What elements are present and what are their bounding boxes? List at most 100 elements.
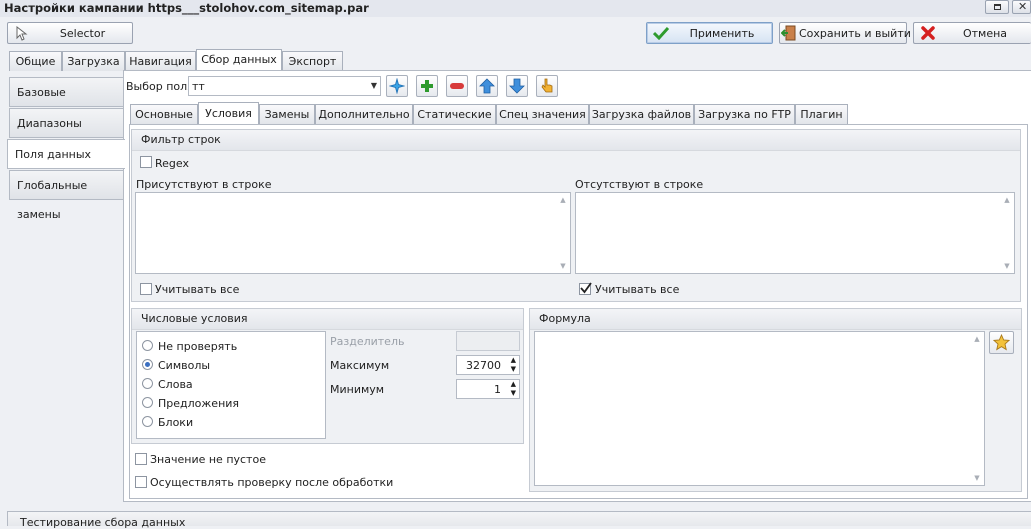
sparkle-icon [389,78,405,94]
cursor-icon [11,23,33,43]
remove-field-button[interactable] [446,75,468,97]
arrow-down-icon [509,78,525,94]
consider-all-right-checkbox[interactable] [579,282,592,295]
cancel-button[interactable]: Отмена [913,22,1031,44]
regex-checkbox[interactable] [140,156,152,168]
checkmark-icon [580,282,592,294]
arrow-up-icon [479,78,495,94]
subtab-special-values[interactable]: Спец значения [496,104,589,124]
add-field-button[interactable] [416,75,438,97]
selector-button[interactable]: Selector [7,22,133,44]
consider-all-right-label: Учитывать все [595,283,680,296]
check-after-checkbox[interactable] [135,476,147,488]
present-textarea[interactable]: ▲ ▼ [135,192,571,274]
testing-panel-header[interactable]: Тестирование сбора данных [7,511,1031,529]
subtab-main[interactable]: Основные [130,104,198,124]
subtab-static[interactable]: Статические [413,104,496,124]
separator-label: Разделитель [330,335,405,348]
save-exit-label: Сохранить и выйти [799,26,911,40]
stepper-up-icon[interactable]: ▲ [511,356,516,365]
subtab-replacements[interactable]: Замены [259,104,315,124]
star-field-button[interactable] [386,75,408,97]
check-after-label: Осуществлять проверку после обработки [150,476,394,489]
radio-words[interactable] [142,378,153,389]
subtab-file-download[interactable]: Загрузка файлов [589,104,694,124]
check-icon [650,23,672,43]
tab-export[interactable]: Экспорт [282,51,343,71]
tab-data-collection[interactable]: Сбор данных [196,49,282,71]
max-label: Максимум [330,359,390,372]
radio-no-check[interactable] [142,340,153,351]
present-label: Присутствуют в строке [136,178,272,191]
tab-download[interactable]: Загрузка [62,51,125,71]
chevron-down-icon: ▼ [370,81,377,90]
field-select-label: Выбор поля [126,80,194,93]
radio-no-check-label: Не проверять [158,340,238,353]
separator-input[interactable] [456,331,520,351]
max-stepper[interactable]: 32700 ▲ ▼ [456,355,520,375]
minus-icon [450,83,464,89]
radio-sentences-label: Предложения [158,397,240,410]
apply-button[interactable]: Применить [646,22,773,44]
absent-scrollbar[interactable]: ▲ ▼ [1000,193,1014,273]
scroll-down-icon: ▼ [1004,262,1010,270]
move-up-button[interactable] [476,75,498,97]
radio-blocks[interactable] [142,416,153,427]
formula-star-button[interactable] [989,331,1014,354]
sidebar-item-data-fields[interactable]: Поля данных [7,139,125,169]
sidebar-item-global-replacements[interactable]: Глобальные замены [9,170,124,221]
exit-door-icon [781,23,797,43]
stepper-down-icon[interactable]: ▼ [511,389,516,398]
min-stepper[interactable]: 1 ▲ ▼ [456,379,520,399]
radio-blocks-label: Блоки [158,416,194,429]
absent-textarea[interactable]: ▲ ▼ [575,192,1015,274]
absent-label: Отсутствуют в строке [575,178,704,191]
star-icon [993,334,1010,351]
apply-label: Применить [689,26,755,40]
stepper-down-icon[interactable]: ▼ [511,365,516,374]
radio-symbols[interactable] [142,359,153,370]
subtab-ftp-download[interactable]: Загрузка по FTP [694,104,795,124]
hand-pointer-icon [541,78,553,93]
sidebar-item-basic[interactable]: Базовые [9,77,124,107]
stepper-up-icon[interactable]: ▲ [511,380,516,389]
regex-label: Regex [155,157,189,170]
not-empty-label: Значение не пустое [150,453,266,466]
formula-title: Формула [530,309,1021,330]
maximize-button[interactable] [985,0,1009,14]
pick-field-button[interactable] [536,75,558,97]
cancel-label: Отмена [962,26,1008,40]
consider-all-left-label: Учитывать все [155,283,240,296]
plus-icon [421,80,433,92]
radio-sentences[interactable] [142,397,153,408]
numeric-conditions-title: Числовые условия [132,309,523,330]
subtab-plugin[interactable]: Плагин [795,104,848,124]
formula-scrollbar[interactable]: ▲ ▼ [970,332,984,485]
radio-words-label: Слова [158,378,193,391]
subtab-conditions[interactable]: Условия [198,102,259,124]
move-down-button[interactable] [506,75,528,97]
maximize-icon [994,4,1001,10]
consider-all-left-checkbox[interactable] [140,283,152,295]
scroll-up-icon: ▲ [974,335,980,343]
formula-textarea[interactable]: ▲ ▼ [534,331,985,486]
save-exit-button[interactable]: Сохранить и выйти [779,22,911,44]
subtab-additional[interactable]: Дополнительно [315,104,413,124]
present-scrollbar[interactable]: ▲ ▼ [556,193,570,273]
cancel-x-icon [917,23,939,43]
field-select-value: тт [192,80,205,93]
close-window-button[interactable]: ✕ [1012,0,1031,14]
scroll-down-icon: ▼ [974,474,980,482]
selector-label: Selector [59,26,106,40]
scroll-down-icon: ▼ [560,262,566,270]
tab-navigation[interactable]: Навигация [125,51,196,71]
close-icon: ✕ [1018,0,1028,13]
tab-general[interactable]: Общие [9,51,62,71]
window-title: Настройки кампании https___stolohov.com_… [4,1,369,15]
not-empty-checkbox[interactable] [135,453,147,465]
sidebar-item-ranges[interactable]: Диапазоны [9,108,124,138]
max-value: 32700 [466,359,501,372]
min-label: Минимум [330,383,385,396]
radio-symbols-label: Символы [158,359,211,372]
field-select-dropdown[interactable]: тт ▼ [188,76,381,96]
